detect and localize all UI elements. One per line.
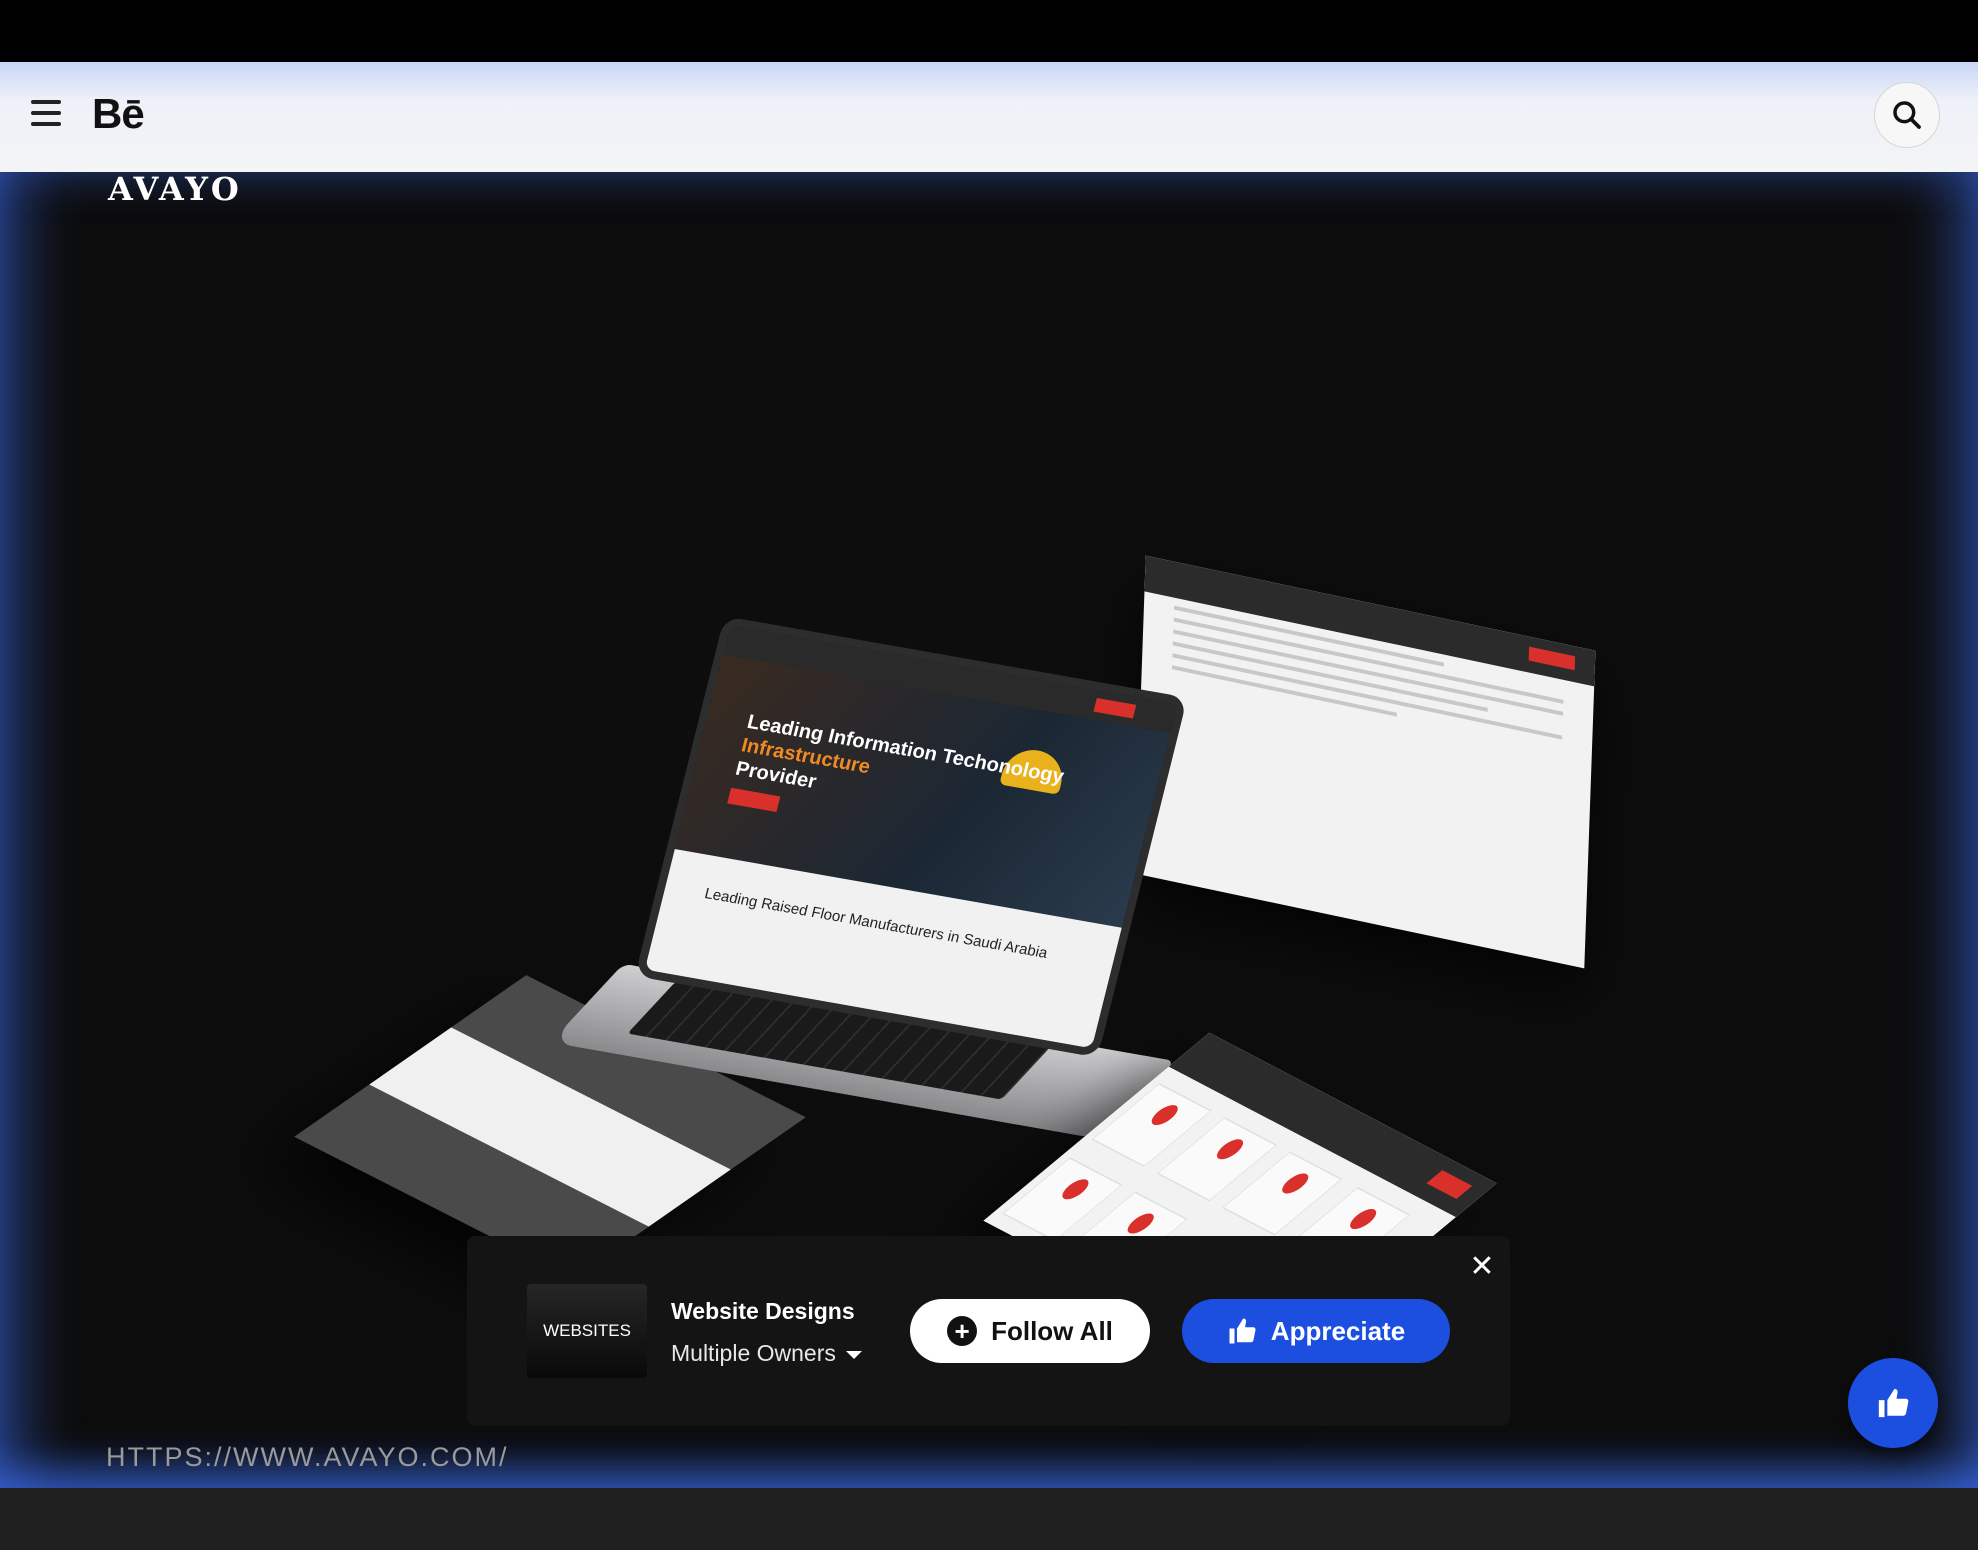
bottom-strip: [0, 1488, 1978, 1550]
follow-all-label: Follow All: [991, 1315, 1113, 1346]
project-title[interactable]: Website Designs: [671, 1298, 855, 1325]
owners-label: Multiple Owners: [671, 1340, 836, 1366]
plus-icon: +: [947, 1316, 978, 1346]
mockup-headline: Leading Information Techonology Infrastr…: [733, 710, 1067, 794]
search-button[interactable]: [1874, 82, 1940, 148]
appreciate-label: Appreciate: [1270, 1315, 1406, 1346]
search-icon: [1893, 101, 1921, 129]
brand-logo: AVAYO: [108, 172, 242, 208]
thumbs-up-icon: [1878, 1388, 1909, 1418]
project-url: HTTPS://WWW.AVAYO.COM/: [106, 1442, 509, 1472]
mockup-screen-right: [1134, 555, 1596, 969]
chevron-down-icon: [845, 1350, 862, 1359]
hamburger-icon[interactable]: [31, 100, 63, 128]
floating-appreciate-button[interactable]: [1848, 1358, 1938, 1448]
appreciate-button[interactable]: Appreciate: [1182, 1299, 1450, 1363]
follow-all-button[interactable]: + Follow All: [910, 1299, 1150, 1363]
top-black-band: [0, 0, 1978, 62]
site-header: Bē: [0, 62, 1978, 172]
close-icon[interactable]: ✕: [1467, 1252, 1497, 1282]
owners-follow-bar: ✕ WEBSITES Website Designs Multiple Owne…: [467, 1236, 1510, 1426]
project-thumbnail[interactable]: WEBSITES: [527, 1284, 647, 1378]
thumbs-up-icon: [1229, 1318, 1256, 1344]
owners-dropdown[interactable]: Multiple Owners: [671, 1340, 862, 1367]
thumbnail-label: WEBSITES: [543, 1321, 631, 1340]
mockup-laptop: Leading Information Techonology Infrastr…: [550, 616, 1198, 1140]
behance-logo[interactable]: Bē: [92, 90, 145, 138]
